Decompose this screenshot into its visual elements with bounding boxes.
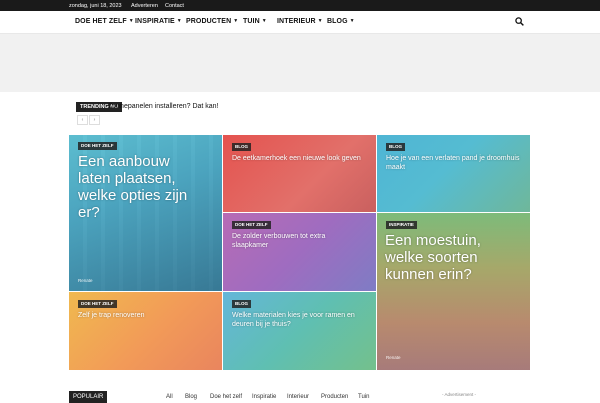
tile-eetkamerhoek[interactable]: Blog De eetkamerhoek een nieuwe look gev… [223, 135, 376, 212]
ad-banner-placeholder [0, 34, 600, 92]
chevron-down-icon: ▼ [349, 18, 355, 24]
chevron-down-icon: ▼ [261, 18, 267, 24]
adverteren-link[interactable]: Adverteren [131, 3, 158, 9]
tile-title[interactable]: Zelf je trap renoveren [78, 311, 218, 320]
filter-tab-all[interactable]: All [166, 394, 173, 400]
tile-title[interactable]: De eetkamerhoek een nieuwe look geven [232, 154, 372, 163]
category-badge[interactable]: Blog [232, 300, 251, 308]
tile-trap-renoveren[interactable]: Doe het zelf Zelf je trap renoveren [69, 292, 222, 370]
tile-title[interactable]: Een aanbouw laten plaatsen, welke opties… [78, 153, 198, 221]
top-bar: zondag, juni 18, 2023 Adverteren Contact [0, 0, 600, 11]
category-badge[interactable]: Doe het zelf [78, 142, 117, 150]
category-badge[interactable]: Doe het zelf [232, 221, 271, 229]
nav-item-doe-het-zelf[interactable]: DOE HET ZELF ▼ [75, 18, 134, 25]
author-name[interactable]: Renate [386, 355, 401, 360]
category-badge[interactable]: Doe het zelf [78, 300, 117, 308]
populair-heading: POPULAIR [69, 391, 108, 403]
advertisement-label: - Advertisement - [442, 392, 477, 397]
nav-item-interieur[interactable]: INTERIEUR ▼ [277, 18, 323, 25]
featured-tile-moestuin[interactable]: Inspiratie Een moestuin, welke soorten k… [377, 213, 530, 370]
featured-tile-aanbouw[interactable]: Doe het zelf Een aanbouw laten plaatsen,… [69, 135, 222, 291]
chevron-down-icon: ▼ [317, 18, 323, 24]
ticker-prev-button[interactable]: ‹ [77, 115, 88, 125]
tile-title[interactable]: Een moestuin, welke soorten kunnen erin? [385, 232, 505, 283]
filter-tab-producten[interactable]: Producten [321, 394, 348, 400]
filter-tab-interieur[interactable]: Interieur [287, 394, 309, 400]
nav-item-producten[interactable]: PRODUCTEN ▼ [186, 18, 238, 25]
tile-title[interactable]: De zolder verbouwen tot extra slaapkamer [232, 232, 362, 250]
nav-item-inspiratie[interactable]: INSPIRATIE ▼ [135, 18, 182, 25]
tile-title[interactable]: Hoe je van een verlaten pand je droomhui… [386, 154, 526, 172]
ticker-next-button[interactable]: › [89, 115, 100, 125]
filter-tab-tuin[interactable]: Tuin [358, 394, 369, 400]
tile-title[interactable]: Welke materialen kies je voor ramen en d… [232, 311, 367, 329]
nav-item-blog[interactable]: BLOG ▼ [327, 18, 355, 25]
search-icon[interactable] [515, 17, 524, 26]
date-label: zondag, juni 18, 2023 [69, 3, 122, 9]
author-name[interactable]: Renate [78, 278, 93, 283]
chevron-down-icon: ▼ [128, 18, 134, 24]
nav-item-tuin[interactable]: TUIN ▼ [243, 18, 267, 25]
ticker-headline[interactable]: Zonnepanelen installeren? Dat kan! [108, 103, 219, 110]
filter-tab-inspiratie[interactable]: Inspiratie [252, 394, 276, 400]
category-badge[interactable]: Inspiratie [386, 221, 417, 229]
tile-verlaten-pand[interactable]: Blog Hoe je van een verlaten pand je dro… [377, 135, 530, 212]
tile-zolder[interactable]: Doe het zelf De zolder verbouwen tot ext… [223, 213, 376, 291]
main-nav: DOE HET ZELF ▼ INSPIRATIE ▼ PRODUCTEN ▼ TUI… [0, 11, 600, 34]
filter-tab-blog[interactable]: Blog [185, 394, 197, 400]
category-badge[interactable]: Blog [232, 143, 251, 151]
chevron-down-icon: ▼ [176, 18, 182, 24]
category-badge[interactable]: Blog [386, 143, 405, 151]
contact-link[interactable]: Contact [165, 3, 184, 9]
filter-tab-doe-het-zelf[interactable]: Doe het zelf [210, 394, 242, 400]
chevron-down-icon: ▼ [233, 18, 239, 24]
tile-ramen-deuren[interactable]: Blog Welke materialen kies je voor ramen… [223, 292, 376, 370]
